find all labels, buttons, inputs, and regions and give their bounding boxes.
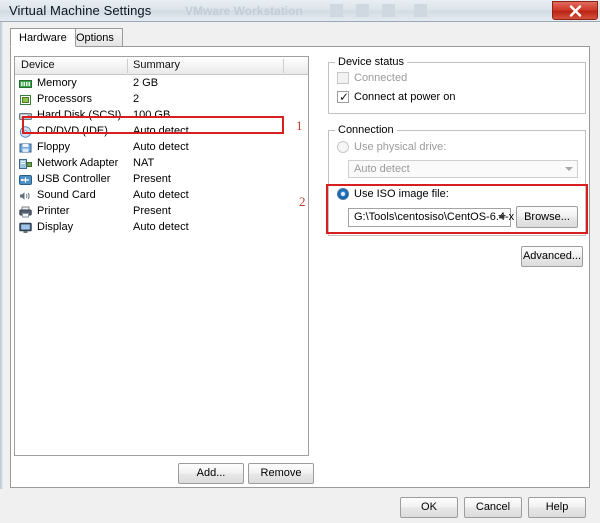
connect-at-power-on-label: Connect at power on (354, 91, 456, 103)
device-summary: 2 GB (133, 77, 159, 89)
device-name: Floppy (37, 141, 71, 153)
window-title: Virtual Machine Settings (9, 3, 152, 18)
table-row-cd-dvd[interactable]: CD/DVD (IDE) Auto detect (15, 124, 308, 140)
floppy-icon (19, 142, 32, 154)
use-physical-drive-radio[interactable] (337, 141, 349, 153)
device-name: Hard Disk (SCSI) (37, 109, 122, 121)
title-bar[interactable]: Virtual Machine Settings VMware Workstat… (0, 0, 600, 22)
device-summary: 100 GB (133, 109, 171, 121)
advanced-button[interactable]: Advanced... (521, 246, 583, 267)
table-row[interactable]: Sound Card Auto detect (15, 188, 308, 204)
sound-icon (19, 190, 32, 202)
memory-icon (19, 78, 32, 90)
device-name: Network Adapter (37, 157, 119, 169)
network-icon (19, 158, 32, 170)
table-row[interactable]: Printer Present (15, 204, 308, 220)
close-icon (569, 5, 581, 17)
printer-icon (19, 206, 32, 218)
device-summary: Present (133, 205, 171, 217)
chevron-down-icon (498, 215, 506, 219)
connect-at-power-on-checkbox[interactable]: ✓ (337, 91, 349, 103)
table-row[interactable]: Processors 2 (15, 92, 308, 108)
device-summary: Auto detect (133, 141, 189, 153)
device-name: USB Controller (37, 173, 111, 185)
display-icon (19, 222, 32, 234)
connected-checkbox (337, 72, 349, 84)
device-status-group-label: Device status (335, 56, 408, 68)
background-app-title: VMware Workstation (185, 4, 303, 18)
device-summary: Auto detect (133, 189, 189, 201)
column-header-summary[interactable]: Summary (133, 59, 180, 71)
device-summary: Present (133, 173, 171, 185)
harddisk-icon (19, 110, 32, 122)
physical-drive-value: Auto detect (354, 163, 410, 175)
table-row[interactable]: USB Controller Present (15, 172, 308, 188)
annotation-number-2: 2 (299, 194, 306, 209)
table-row[interactable]: Network Adapter NAT (15, 156, 308, 172)
device-summary: 2 (133, 93, 140, 105)
help-button[interactable]: Help (528, 497, 586, 518)
remove-button[interactable]: Remove (248, 463, 314, 484)
tab-hardware[interactable]: Hardware (10, 28, 76, 47)
virtual-machine-settings-dialog: Virtual Machine Settings VMware Workstat… (0, 0, 600, 523)
ok-button[interactable]: OK (400, 497, 458, 518)
device-summary: Auto detect (133, 125, 189, 137)
annotation-number-1: 1 (296, 118, 303, 133)
window-left-edge (0, 22, 3, 523)
iso-path-select[interactable]: G:\Tools\centosiso\CentOS-6.4-x (348, 208, 515, 227)
background-toolbar-ghost (330, 4, 530, 18)
physical-drive-select[interactable]: Auto detect (348, 160, 578, 178)
iso-path-value: G:\Tools\centosiso\CentOS-6.4-x (354, 211, 515, 223)
column-header-device[interactable]: Device (21, 59, 55, 71)
table-row[interactable]: Display Auto detect (15, 220, 308, 236)
device-list[interactable]: Device Summary Memory 2 GB Processors 2 (14, 56, 309, 456)
add-button[interactable]: Add... (178, 463, 244, 484)
device-name: Display (37, 221, 74, 233)
device-summary: Auto detect (133, 221, 189, 233)
chevron-down-icon (565, 167, 573, 171)
checkmark-icon: ✓ (339, 90, 350, 104)
dialog-footer: OK Cancel Help (0, 489, 600, 523)
use-iso-image-label: Use ISO image file: (354, 188, 449, 200)
use-physical-drive-label: Use physical drive: (354, 141, 447, 153)
device-summary: NAT (133, 157, 155, 169)
use-iso-image-radio[interactable] (337, 188, 349, 200)
cpu-icon (19, 94, 32, 106)
close-button[interactable] (552, 1, 598, 20)
table-row[interactable]: Memory 2 GB (15, 76, 308, 92)
usb-icon (19, 174, 32, 186)
cancel-button[interactable]: Cancel (464, 497, 522, 518)
tab-strip: Hardware Options (10, 28, 590, 47)
browse-button[interactable]: Browse... (516, 206, 578, 228)
device-name: Printer (37, 205, 70, 217)
table-row[interactable]: Hard Disk (SCSI) 100 GB (15, 108, 308, 124)
device-name: CD/DVD (IDE) (37, 125, 108, 137)
device-rows: Memory 2 GB Processors 2 Hard Disk (SCSI… (15, 76, 308, 236)
connected-label: Connected (354, 72, 408, 84)
cddvd-icon (19, 126, 32, 138)
device-list-header: Device Summary (15, 57, 308, 75)
device-name: Sound Card (37, 189, 96, 201)
device-name: Memory (37, 77, 77, 89)
device-status-group: Device status Connected ✓ Connect at pow… (328, 56, 586, 114)
connection-group-label: Connection (335, 124, 397, 136)
device-name: Processors (37, 93, 93, 105)
table-row[interactable]: Floppy Auto detect (15, 140, 308, 156)
